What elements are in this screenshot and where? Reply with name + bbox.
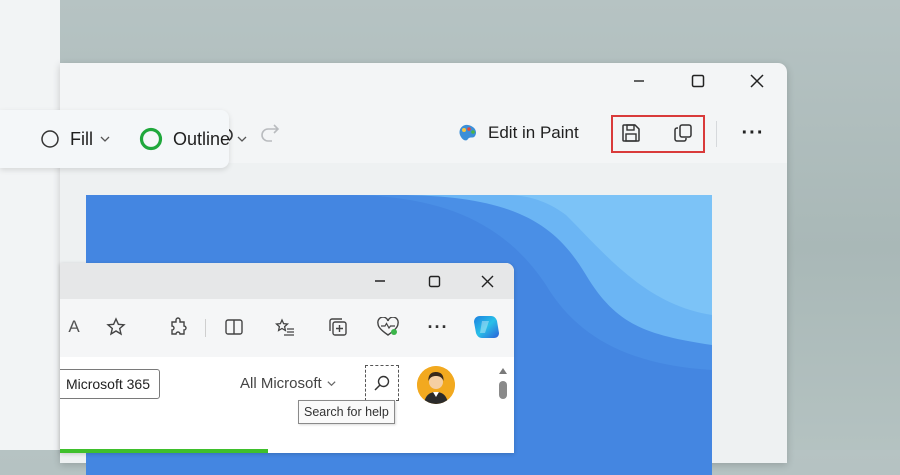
extensions-button[interactable] (164, 313, 192, 341)
read-aloud-button[interactable]: A (60, 313, 88, 341)
puzzle-icon (171, 317, 187, 335)
avatar[interactable] (417, 366, 455, 404)
redo-icon (261, 124, 280, 142)
copilot-button[interactable] (472, 313, 500, 341)
outline-icon (139, 127, 163, 151)
close-icon (750, 74, 764, 88)
split-screen-button[interactable] (220, 313, 248, 341)
browser-more-button[interactable]: ··· (424, 313, 452, 341)
toolbar-divider (716, 121, 717, 147)
save-icon (622, 124, 640, 142)
edit-in-paint-button[interactable]: Edit in Paint (456, 119, 579, 147)
browser-essentials-button[interactable] (374, 313, 402, 341)
favorites-list-icon (275, 318, 294, 336)
all-microsoft-label: All Microsoft (240, 375, 322, 392)
chevron-down-icon (327, 381, 336, 387)
more-options-button[interactable]: ··· (737, 117, 769, 149)
read-aloud-icon: A (68, 317, 80, 336)
outline-dropdown[interactable]: Outline (139, 127, 248, 151)
inner-title-bar (60, 263, 514, 299)
close-button[interactable] (734, 63, 780, 99)
copy-icon (674, 124, 692, 142)
title-bar (60, 63, 787, 99)
minimize-icon (634, 80, 644, 82)
inner-minimize-button[interactable] (357, 263, 403, 299)
maximize-icon (691, 74, 705, 88)
fill-label: Fill (70, 128, 93, 149)
minimize-icon (375, 280, 385, 282)
star-icon (106, 317, 126, 336)
all-microsoft-menu[interactable]: All Microsoft (240, 375, 337, 392)
edit-in-paint-label: Edit in Paint (488, 123, 579, 142)
browser-content: Microsoft 365 All Microsoft Search for h… (60, 357, 514, 453)
minimize-button[interactable] (616, 63, 662, 99)
copy-button[interactable] (667, 117, 699, 149)
microsoft-365-label: Microsoft 365 (65, 376, 150, 392)
collections-icon (329, 318, 347, 336)
chevron-down-icon (100, 136, 110, 142)
maximize-button[interactable] (675, 63, 721, 99)
maximize-icon (428, 275, 440, 287)
captured-browser-window: A ··· Microsoft 365 All Microsoft Search… (60, 263, 514, 453)
fill-icon (41, 130, 59, 148)
redo-button[interactable] (254, 117, 286, 149)
tooltip-text: Search for help (304, 405, 389, 419)
heart-pulse-icon (377, 317, 399, 336)
save-button[interactable] (615, 117, 647, 149)
search-tooltip: Search for help (298, 400, 395, 424)
split-screen-icon (225, 319, 243, 335)
more-options-icon: ··· (427, 316, 449, 337)
background-panel (0, 0, 60, 450)
browser-toolbar: A ··· (60, 299, 514, 357)
microsoft-365-button[interactable]: Microsoft 365 (60, 369, 160, 399)
more-options-icon: ··· (741, 121, 765, 144)
inner-maximize-button[interactable] (411, 263, 457, 299)
user-avatar-icon (417, 366, 455, 404)
fill-dropdown[interactable]: Fill (41, 128, 111, 150)
favorite-button[interactable] (102, 313, 130, 341)
scroll-up-arrow-icon (499, 368, 507, 374)
search-icon (374, 375, 390, 391)
search-button[interactable] (365, 365, 399, 401)
collections-button[interactable] (324, 313, 352, 341)
shape-options-popup: Fill Outline (0, 110, 247, 168)
copilot-icon (474, 316, 499, 338)
chevron-down-icon (237, 136, 247, 142)
paint-icon (459, 124, 477, 141)
scrollbar-thumb[interactable] (499, 381, 507, 399)
close-icon (481, 275, 493, 287)
outline-label: Outline (173, 128, 231, 149)
toolbar-divider (205, 319, 206, 337)
inner-close-button[interactable] (464, 263, 510, 299)
scrollbar[interactable] (492, 357, 514, 453)
favorites-list-button[interactable] (271, 313, 299, 341)
